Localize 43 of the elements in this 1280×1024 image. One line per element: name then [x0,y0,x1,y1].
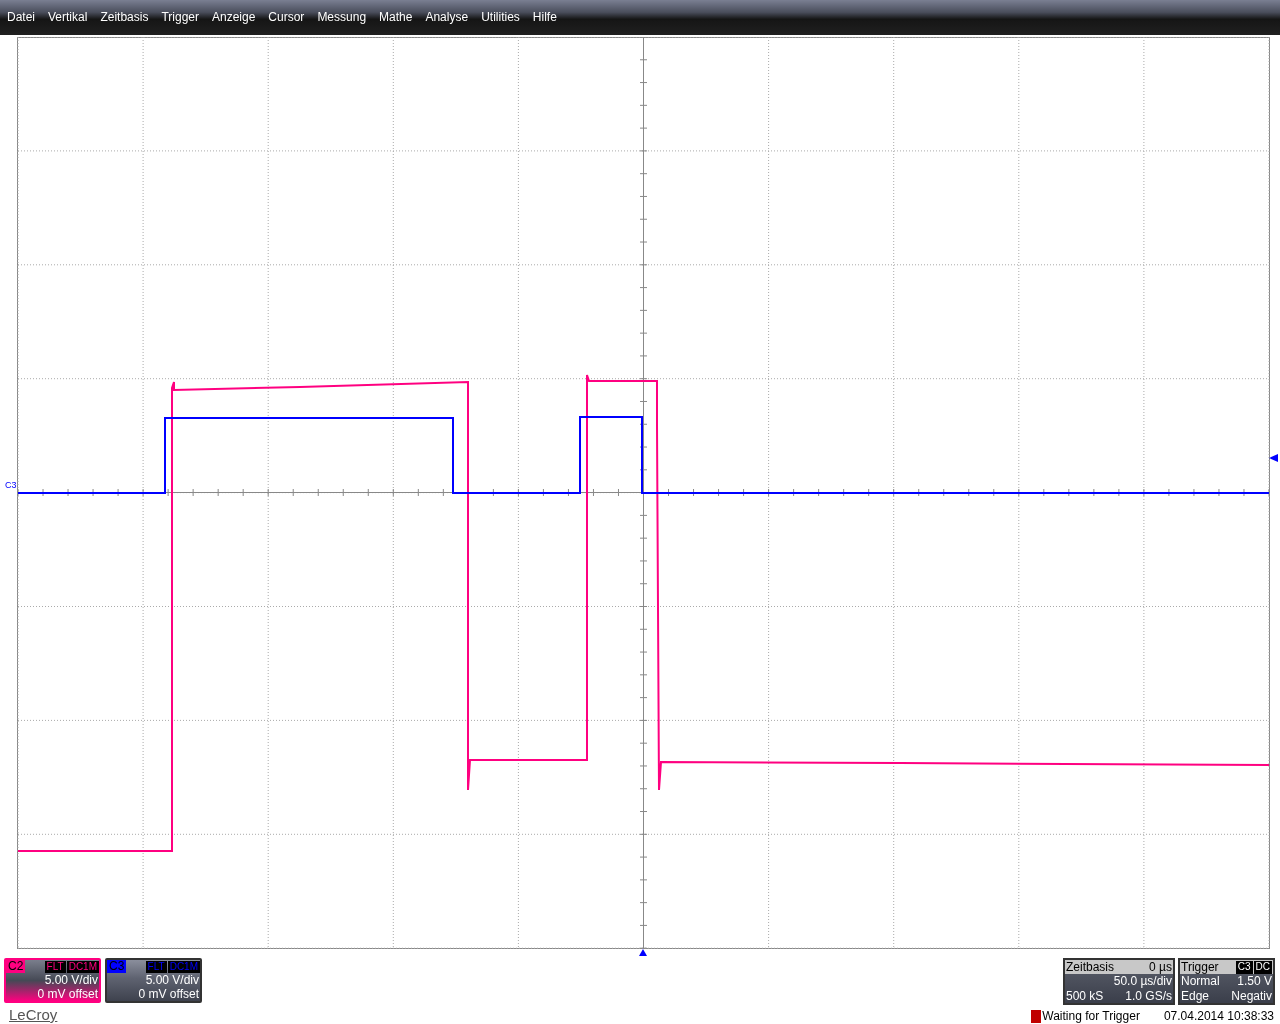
timebase-title: Zeitbasis [1066,960,1115,974]
sample-count: 500 kS [1066,989,1104,1004]
date-time: 07.04.2014 10:38:33 [1163,1009,1274,1023]
vertical-scale: 5.00 V/div [144,973,200,987]
menu-item[interactable]: Trigger [161,9,199,26]
timebase-scale: 50.0 µs/div [1113,974,1172,989]
channel-descriptor-box[interactable]: C3 FLT DC1M 5.00 V/div 0 mV offset [105,958,202,1003]
trigger-source-tag: C3 [1235,961,1253,974]
trigger-box[interactable]: Trigger C3 DC Normal 1.50 V Edge Negativ [1178,958,1275,1005]
trigger-slope: Negativ [1231,989,1272,1004]
channel-label: C3 [107,960,127,973]
menu-item[interactable]: Datei [7,9,35,26]
vertical-scale: 5.00 V/div [43,973,99,987]
coupling-tag: DC1M [167,960,200,973]
sample-rate: 1.0 GS/s [1125,989,1172,1004]
logo: LeCroy [9,1006,59,1023]
trigger-level: 1.50 V [1237,974,1272,989]
filter-tag: FLT [145,960,167,973]
menu-item[interactable]: Analyse [425,9,469,26]
menu-item[interactable]: Zeitbasis [100,9,149,26]
timebase-delay: 0 µs [1149,960,1172,974]
trigger-type: Edge [1181,989,1210,1004]
vertical-offset: 0 mV offset [137,987,200,1001]
status-indicator-icon [1031,1009,1042,1023]
trigger-mode: Normal [1181,974,1220,989]
trigger-level-marker-icon [1269,454,1278,462]
status-message: Waiting for Trigger [1042,1009,1140,1023]
coupling-tag: DC1M [66,960,99,973]
trigger-title: Trigger [1181,960,1219,974]
menu-item[interactable]: Hilfe [532,9,557,26]
menu-item[interactable]: Messung [317,9,367,26]
channel-ground-marker: C3 [5,480,17,490]
timebase-box[interactable]: Zeitbasis 0 µs 50.0 µs/div 500 kS 1.0 GS/s [1063,958,1175,1005]
vertical-offset: 0 mV offset [36,987,99,1001]
trigger-coupling-tag: DC [1253,961,1272,974]
filter-tag: FLT [44,960,66,973]
channel-label: C2 [6,960,26,973]
menu-item[interactable]: Cursor [268,9,305,26]
menu-item[interactable]: Vertikal [48,9,88,26]
menu-item[interactable]: Utilities [481,9,520,26]
channel-descriptor-box[interactable]: C2 FLT DC1M 5.00 V/div 0 mV offset [4,958,101,1003]
menu-item[interactable]: Anzeige [212,9,256,26]
menu-item[interactable]: Mathe [379,9,413,26]
